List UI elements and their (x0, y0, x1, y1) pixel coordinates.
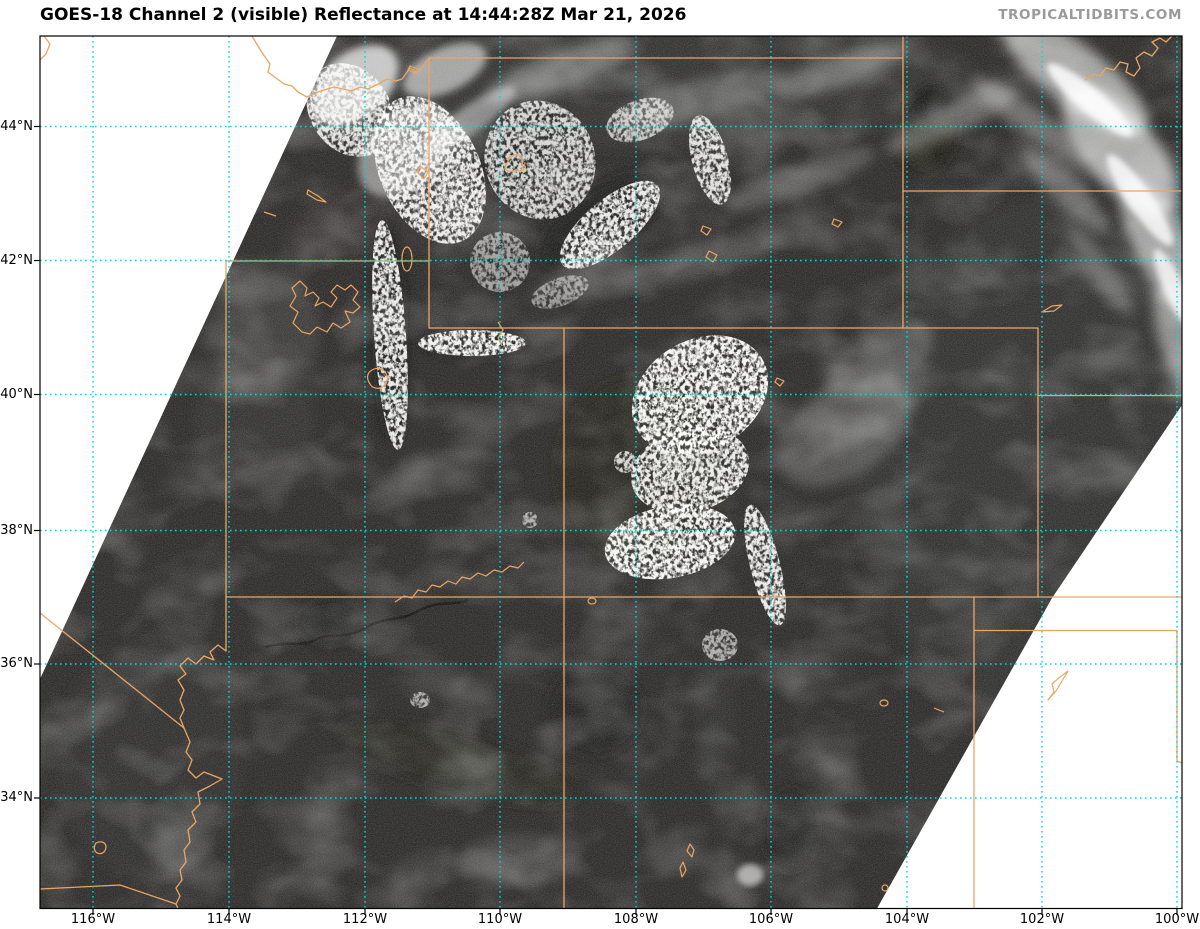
image-mottle (40, 36, 1182, 909)
x-axis-label: 110°W (477, 912, 523, 927)
white-sands-bright-spot (737, 864, 763, 886)
border-oregon-idaho (39, 35, 51, 61)
lake-meredith (1047, 670, 1069, 701)
x-axis-label: 108°W (613, 912, 659, 927)
y-axis-label: 38°N (0, 523, 33, 538)
y-axis-label: 40°N (0, 387, 33, 402)
x-axis-label: 102°W (1019, 912, 1065, 927)
x-axis-label: 114°W (206, 912, 252, 927)
satellite-image-layer (40, 36, 1182, 909)
y-axis-label: 36°N (0, 656, 33, 671)
x-axis-label: 106°W (748, 912, 794, 927)
satellite-map (34, 35, 1183, 915)
y-axis-label: 34°N (0, 790, 33, 805)
x-axis-label: 112°W (342, 912, 388, 927)
page: { "header": { "title": "GOES-18 Channel … (0, 0, 1200, 929)
y-axis-label: 42°N (0, 253, 33, 268)
x-axis-label: 104°W (884, 912, 930, 927)
x-axis-label: 100°W (1154, 912, 1200, 927)
x-axis-label: 116°W (70, 912, 116, 927)
y-axis-label: 44°N (0, 119, 33, 134)
